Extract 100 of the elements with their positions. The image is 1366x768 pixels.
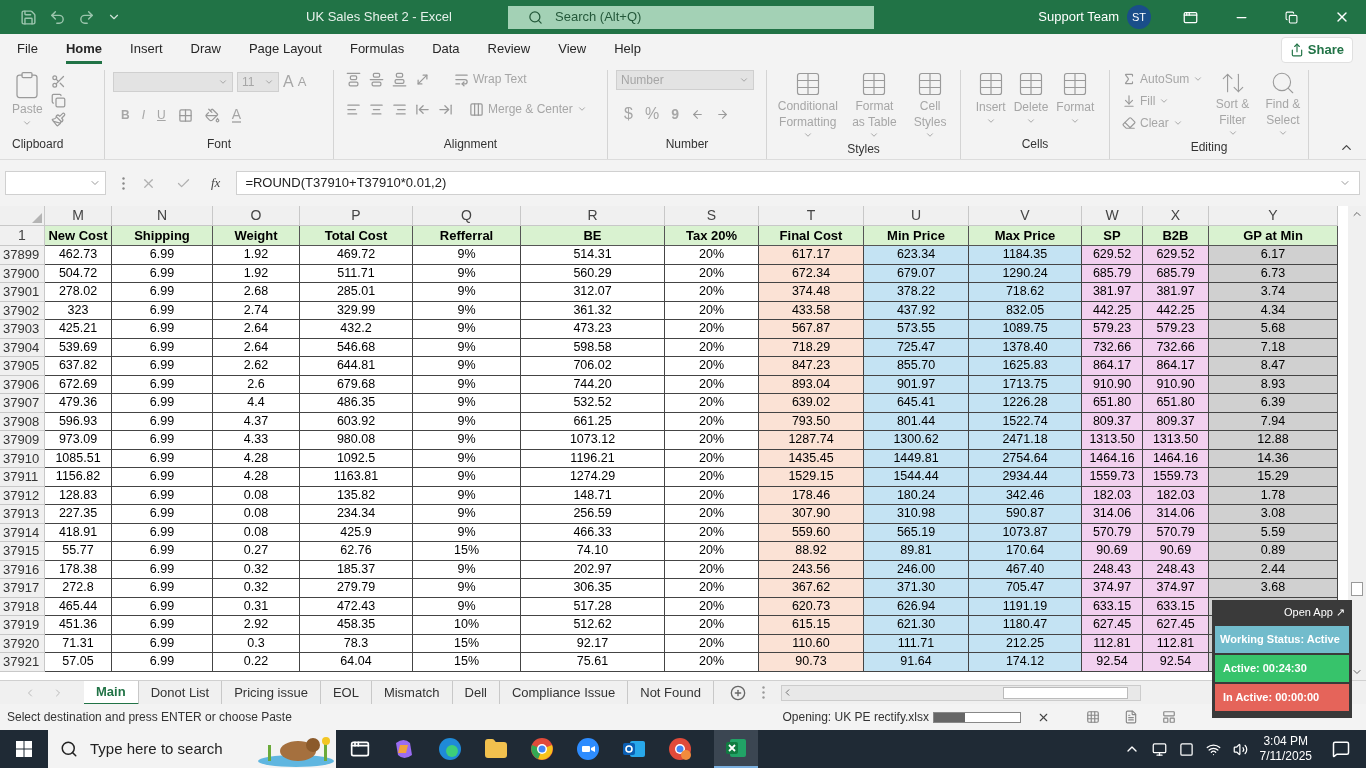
row-header[interactable]: 37907	[0, 394, 45, 413]
row-header[interactable]: 37911	[0, 468, 45, 487]
table-cell: 3.68	[1209, 579, 1338, 598]
page-break-icon[interactable]	[1162, 710, 1176, 724]
row-header[interactable]: 37915	[0, 542, 45, 561]
table-cell: 0.08	[213, 505, 300, 524]
table-cell: 6.99	[112, 468, 213, 487]
clock-time[interactable]: 3:04 PM	[1263, 734, 1309, 749]
notifications-icon[interactable]	[1332, 740, 1350, 758]
row-header[interactable]: 37919	[0, 616, 45, 635]
table-cell: 9%	[413, 320, 521, 339]
row-header[interactable]: 37905	[0, 357, 45, 376]
spreadsheet-app-icon[interactable]	[714, 730, 758, 768]
network-icon[interactable]	[1205, 741, 1221, 757]
insert-function-button[interactable]: fx	[211, 173, 221, 193]
group-label: Cells	[1020, 136, 1050, 153]
formula-field[interactable]: =ROUND(T37910+T37910*0.01,2)	[236, 171, 1360, 195]
ribbon-tab[interactable]: View	[558, 38, 587, 64]
share-icon	[1289, 43, 1304, 57]
row-header[interactable]: 37901	[0, 283, 45, 302]
display-icon[interactable]	[1151, 741, 1167, 757]
page-layout-icon[interactable]	[1124, 710, 1138, 724]
table-cell: 532.52	[521, 394, 665, 413]
new-sheet-icon[interactable]	[729, 684, 746, 701]
browser-profile-icon[interactable]	[668, 737, 692, 761]
row-header[interactable]: 37903	[0, 320, 45, 339]
table-cell: 374.97	[1143, 579, 1209, 598]
user-avatar[interactable]: ST	[1127, 5, 1151, 29]
table-cell: 615.15	[759, 616, 864, 635]
ribbon-tab[interactable]: Page Layout	[248, 38, 322, 64]
table-cell: 864.17	[1143, 357, 1209, 376]
caret-icon	[1277, 128, 1288, 138]
table-cell: 458.35	[300, 616, 413, 635]
table-cell: 374.48	[759, 283, 864, 302]
table-cell: 5.68	[1209, 320, 1338, 339]
table-cell: 9%	[413, 246, 521, 265]
ribbon-tab[interactable]: Formulas	[349, 38, 405, 64]
restore-icon[interactable]	[1285, 10, 1298, 24]
table-cell: 2.64	[213, 320, 300, 339]
table-cell: 6.17	[1209, 246, 1338, 265]
table-cell: 973.09	[45, 431, 112, 450]
table-icon	[1017, 70, 1045, 98]
volume-icon[interactable]	[1232, 741, 1248, 757]
windows-icon[interactable]	[16, 741, 32, 757]
table-cell: 9%	[413, 579, 521, 598]
share-button[interactable]: Share	[1280, 37, 1353, 63]
open-app-link[interactable]: Open App ↗	[1284, 604, 1349, 621]
drag-handle-icon[interactable]	[122, 176, 125, 190]
drag-handle-icon[interactable]	[761, 686, 765, 699]
folder-icon[interactable]	[484, 737, 508, 761]
table-cell: 15%	[413, 653, 521, 672]
group-label: Font	[206, 136, 232, 153]
table-cell: 310.98	[864, 505, 969, 524]
vertical-scrollbar[interactable]	[1348, 206, 1366, 680]
caret-icon	[802, 130, 813, 140]
table-cell: 57.05	[45, 653, 112, 672]
ribbon-tab[interactable]: Help	[614, 38, 641, 64]
clock-date[interactable]: 7/11/2025	[1259, 749, 1312, 764]
table-cell: 1180.47	[969, 616, 1082, 635]
table-cell: 469.72	[300, 246, 413, 265]
row-header[interactable]: 1	[0, 226, 45, 246]
ribbon-tab[interactable]: Review	[487, 38, 531, 64]
table-cell: 1559.73	[1082, 468, 1143, 487]
table-cell: 20%	[665, 283, 759, 302]
table-header-cell: Max Price	[969, 226, 1082, 246]
normal-view-icon[interactable]	[1086, 710, 1100, 724]
taskbar-search-field[interactable]: Type here to search	[48, 730, 336, 768]
table-cell: 651.80	[1143, 394, 1209, 413]
table-cell: 855.70	[864, 357, 969, 376]
search-field[interactable]: Search (Alt+Q)	[508, 5, 874, 29]
ribbon-tab[interactable]: File	[17, 38, 38, 64]
sheet-tab[interactable]: Main	[84, 680, 139, 705]
ribbon-display-icon[interactable]	[1183, 9, 1198, 25]
row-header[interactable]: 37899	[0, 246, 45, 265]
task-view-icon[interactable]	[350, 739, 370, 759]
redo-icon[interactable]	[78, 8, 95, 26]
table-cell: 1089.75	[969, 320, 1082, 339]
row-header[interactable]: 37917	[0, 579, 45, 598]
fill-down-icon	[1122, 94, 1136, 108]
table-cell: 1156.82	[45, 468, 112, 487]
table-cell: 227.35	[45, 505, 112, 524]
save-icon[interactable]	[20, 8, 37, 26]
scroll-thumb[interactable]	[1351, 582, 1363, 596]
undo-icon[interactable]	[49, 8, 66, 26]
ribbon-tab[interactable]: Data	[432, 38, 460, 64]
window-title: UK Sales Sheet 2 - Excel	[305, 8, 453, 27]
browser-icon[interactable]	[530, 737, 554, 761]
tray-app-icon[interactable]	[1178, 741, 1194, 757]
table-cell: 847.23	[759, 357, 864, 376]
table-cell: 20%	[665, 579, 759, 598]
table-cell: 514.31	[521, 246, 665, 265]
video-call-icon[interactable]	[576, 737, 600, 761]
row-header[interactable]: 37909	[0, 431, 45, 450]
row-header[interactable]: 37921	[0, 653, 45, 672]
group-label: Styles	[846, 141, 881, 158]
row-header[interactable]: 37913	[0, 505, 45, 524]
ribbon-tab[interactable]: Insert	[130, 38, 163, 64]
table-cell: 20%	[665, 505, 759, 524]
horizontal-scrollbar[interactable]	[780, 684, 1141, 701]
ribbon-tab[interactable]: Draw	[190, 38, 221, 64]
